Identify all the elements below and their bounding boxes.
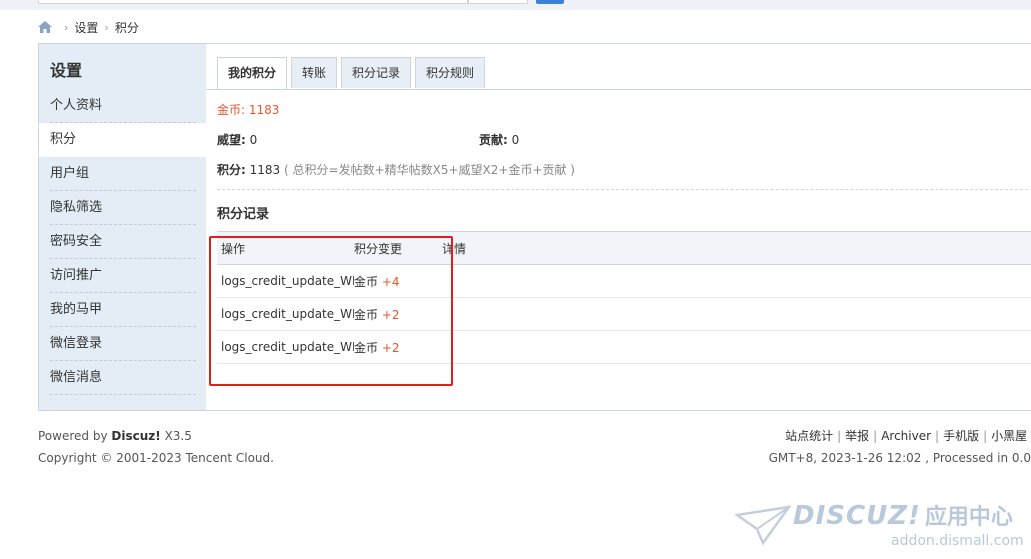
powered-brand-link[interactable]: Discuz! [111,429,160,443]
watermark-url: addon.dismall.com [891,533,1024,549]
sidebar-item-wechat-login[interactable]: 微信登录 [39,327,206,361]
link-separator: | [837,429,842,443]
tab-credit-log[interactable]: 积分记录 [341,57,412,88]
total-label: 积分: [217,163,246,177]
contribution-label: 贡献: [479,133,508,147]
search-type-select[interactable] [468,0,528,4]
footer-link-blackroom[interactable]: 小黑屋 [991,429,1027,443]
total-credits: 积分: 1183 ( 总积分=发帖数+精华帖数X5+威望X2+金币+贡献 ) [217,161,575,178]
contribution-value: 0 [511,133,520,147]
footer-right: 站点统计 | 举报 | Archiver | 手机版 | 小黑屋 GMT+8, 2023-1-2… [769,425,1031,469]
search-button[interactable] [536,0,564,4]
prestige-label: 威望: [217,133,246,147]
settings-panel: 设置 个人资料 积分 用户组 隐私筛选 密码安全 访问推广 我的马甲 微信登录 … [38,43,1031,411]
tab-credit-rules[interactable]: 积分规则 [415,57,486,88]
sidebar-item-credits[interactable]: 积分 [39,123,206,157]
credit-log-title: 积分记录 [217,207,270,222]
link-separator: | [935,429,940,443]
tab-bar: 我的积分 转账 积分记录 积分规则 [217,57,486,89]
sidebar-item-wechat-message[interactable]: 微信消息 [39,361,206,395]
breadcrumb-separator: › [64,20,69,34]
section-divider [217,189,1031,190]
sidebar-item-privacy[interactable]: 隐私筛选 [39,191,206,225]
link-separator: | [983,429,988,443]
top-search-bar [0,0,1031,10]
gold-value: 1183 [248,103,280,117]
footer-link-report[interactable]: 举报 [845,429,869,443]
tab-my-credits[interactable]: 我的积分 [217,57,288,89]
sidebar-item-vest[interactable]: 我的马甲 [39,293,206,327]
footer-time-info: GMT+8, 2023-1-26 12:02 , Processed in 0.… [768,451,1031,465]
footer-links: 站点统计 | 举报 | Archiver | 手机版 | 小黑屋 [769,425,1031,447]
search-input[interactable] [38,0,468,4]
powered-by: Powered by Discuz! X3.5 [38,425,274,447]
sidebar: 设置 个人资料 积分 用户组 隐私筛选 密码安全 访问推广 我的马甲 微信登录 … [39,44,206,410]
breadcrumb-item-settings[interactable]: 设置 [74,19,98,36]
paper-plane-icon [735,505,791,546]
link-separator: | [873,429,878,443]
sidebar-item-usergroup[interactable]: 用户组 [39,157,206,191]
breadcrumb: › 设置 › 积分 [38,18,139,36]
powered-version: X3.5 [164,429,192,443]
watermark-brand: DISCUZ! 应用中心 [793,501,1013,531]
contribution-credits: 贡献: 0 [479,131,519,148]
total-value: 1183 [249,163,281,177]
footer-link-mobile[interactable]: 手机版 [943,429,979,443]
gold-label: 金币: [217,103,246,117]
tab-transfer[interactable]: 转账 [291,57,338,88]
watermark-logo: DISCUZ! 应用中心 addon.dismall.com [735,497,1031,557]
total-formula-note: ( 总积分=发帖数+精华帖数X5+威望X2+金币+贡献 ) [284,163,575,177]
annotation-highlight-box [209,236,453,386]
sidebar-title: 设置 [50,61,83,80]
home-icon[interactable] [38,21,52,33]
column-header-detail: 详情 [442,241,467,256]
breadcrumb-item-credits[interactable]: 积分 [115,19,139,36]
sidebar-item-promotion[interactable]: 访问推广 [39,259,206,293]
copyright: Copyright © 2001-2023 Tencent Cloud. [38,451,274,465]
footer-link-stats[interactable]: 站点统计 [785,429,833,443]
gold-credits: 金币: 1183 [217,101,279,118]
tab-divider [206,89,1031,90]
prestige-credits: 威望: 0 [217,131,257,148]
footer-left: Powered by Discuz! X3.5 Copyright © 2001… [38,425,274,469]
prestige-value: 0 [249,133,258,147]
sidebar-item-password[interactable]: 密码安全 [39,225,206,259]
sidebar-item-profile[interactable]: 个人资料 [39,89,206,123]
powered-prefix: Powered by [38,429,108,443]
breadcrumb-separator: › [104,20,109,34]
footer-link-archiver[interactable]: Archiver [881,429,931,443]
